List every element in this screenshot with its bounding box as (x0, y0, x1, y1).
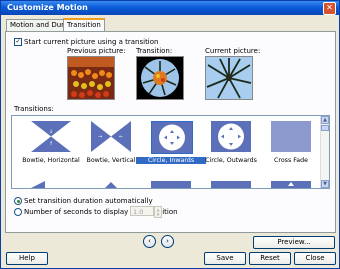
current-picture-label: Current picture: (205, 47, 261, 55)
transition-item-circle-inwards[interactable]: Circle, Inwards (136, 119, 206, 169)
transition-thumb-partial (31, 181, 45, 188)
duration-seconds-input[interactable]: 1.0 (130, 206, 154, 216)
preview-button[interactable]: Preview... (253, 236, 335, 249)
previous-picture-label: Previous picture: (67, 47, 126, 55)
reset-button[interactable]: Reset (249, 252, 291, 265)
scroll-down-icon[interactable]: ▼ (321, 180, 329, 188)
current-picture-image (205, 56, 253, 100)
svg-text:↓: ↓ (49, 129, 53, 135)
transition-thumb-partial (105, 182, 117, 188)
transition-preview-label: Transition: (136, 47, 173, 55)
scroll-thumb[interactable] (321, 125, 329, 131)
transition-item-bowtie-horizontal[interactable]: ↓ ↑ Bowtie, Horizontal (16, 119, 80, 169)
title-bar: Customize Motion ✕ (1, 1, 339, 15)
previous-picture-image (67, 56, 115, 100)
transition-name: Cross Fade (273, 157, 309, 164)
cross-fade-icon (271, 121, 311, 152)
transition-thumb-partial (151, 181, 191, 188)
transitions-scrollbar[interactable]: ▲ ▼ (320, 116, 329, 188)
customize-motion-dialog: Customize Motion ✕ Motion and Duration T… (0, 0, 340, 269)
transition-item-cross-fade[interactable]: Cross Fade (256, 119, 316, 169)
previous-picture-button[interactable]: ‹ (143, 235, 156, 248)
duration-auto-label: Set transition duration automatically (24, 197, 153, 205)
scroll-up-icon[interactable]: ▲ (321, 116, 329, 124)
duration-spinner[interactable]: ▲ ▼ (154, 206, 162, 218)
save-button[interactable]: Save (204, 252, 246, 265)
transitions-label: Transitions: (14, 105, 54, 113)
svg-text:→: → (98, 134, 102, 140)
start-transition-label: Start current picture using a transition (24, 38, 159, 46)
close-button[interactable]: Close (294, 252, 336, 265)
svg-text:↑: ↑ (49, 141, 53, 147)
bowtie-horizontal-icon: ↓↑ (31, 121, 71, 152)
duration-auto-radio[interactable] (14, 197, 22, 205)
transition-preview-image (136, 56, 184, 100)
help-button[interactable]: Help (6, 252, 48, 265)
start-transition-checkbox[interactable]: ✓ (14, 38, 22, 46)
svg-text:←: ← (119, 134, 123, 140)
circle-outwards-icon (211, 121, 251, 152)
transition-thumb-partial (211, 181, 251, 188)
transition-item-bowtie-vertical[interactable]: → ← Bowtie, Vertical (76, 119, 136, 169)
duration-manual-radio[interactable] (14, 208, 22, 216)
next-picture-button[interactable]: › (161, 235, 174, 248)
circle-inwards-icon (151, 121, 193, 154)
transitions-list[interactable]: ↓ ↑ Bowtie, Horizontal → ← Bowtie, Vertica… (11, 115, 330, 189)
transition-item-circle-outwards[interactable]: Circle, Outwards (196, 119, 257, 169)
close-window-icon[interactable]: ✕ (323, 2, 336, 15)
bowtie-vertical-icon: → ← (91, 121, 131, 152)
transition-thumb-partial (271, 181, 311, 188)
window-title: Customize Motion (7, 3, 88, 12)
radio-selected-dot (16, 199, 20, 203)
